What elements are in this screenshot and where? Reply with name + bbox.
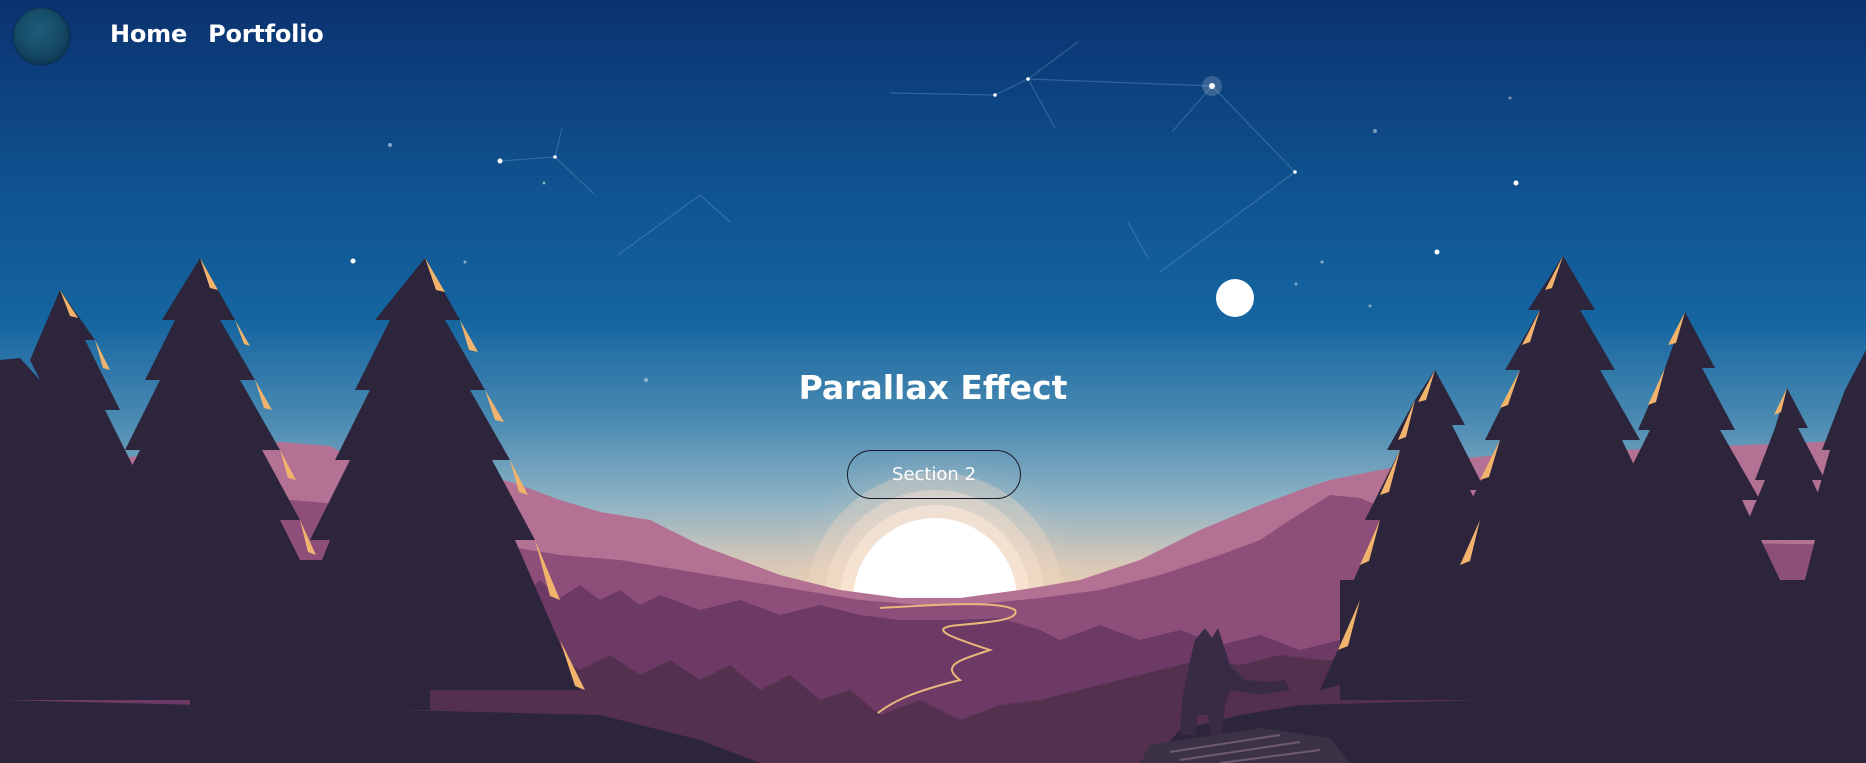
section-2-button[interactable]: Section 2 [847, 450, 1021, 499]
nav-link-home[interactable]: Home [110, 20, 187, 48]
moon [1216, 279, 1254, 317]
globe-logo-icon[interactable] [13, 8, 70, 65]
nav-links: Home Portfolio [110, 20, 324, 48]
nav-link-portfolio[interactable]: Portfolio [208, 20, 324, 48]
hero-title: Parallax Effect [798, 368, 1068, 407]
top-navigation: Home Portfolio [0, 0, 1866, 76]
parallax-page: Home Portfolio Parallax Effect Section 2 [0, 0, 1866, 763]
